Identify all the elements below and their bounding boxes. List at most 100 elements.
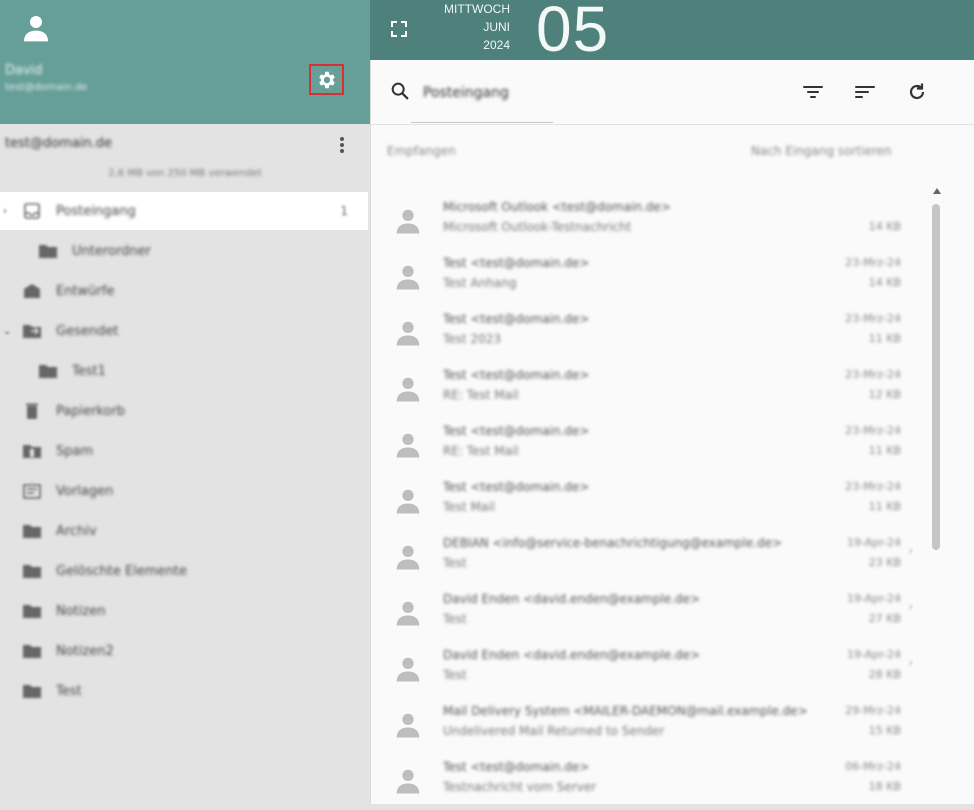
- message-row[interactable]: Test <test@domain.de> Test Anhang 23-Mrz-2…: [383, 250, 923, 306]
- sender-avatar-icon: [396, 265, 420, 290]
- folder-label: Archiv: [56, 523, 97, 539]
- folder-item-drafts[interactable]: Entwürfe: [0, 272, 368, 310]
- search-input[interactable]: [421, 80, 555, 106]
- message-row[interactable]: David Enden <david.enden@example.de> Test…: [383, 586, 923, 642]
- folder-item-notes2[interactable]: Notizen2: [0, 632, 368, 670]
- message-size: 11 KB: [868, 500, 901, 513]
- folder-item-archive[interactable]: Archiv: [0, 512, 368, 550]
- gear-icon: [318, 71, 335, 88]
- message-size: 11 KB: [868, 444, 901, 457]
- refresh-button[interactable]: [905, 80, 929, 104]
- message-row[interactable]: Test <test@domain.de> RE: Test Mail 23-Mrz…: [383, 418, 923, 474]
- message-subject: Test: [443, 668, 467, 682]
- sender-avatar-icon: [396, 601, 420, 626]
- drafts-icon: [22, 282, 42, 300]
- message-size: 12 KB: [868, 388, 901, 401]
- folder-icon: [22, 682, 42, 700]
- message-date: 19-Apr-24: [846, 592, 901, 605]
- folder-icon: [22, 562, 42, 580]
- folder-item-test1[interactable]: Test1: [0, 352, 368, 390]
- folder-item-test[interactable]: Test: [0, 672, 368, 710]
- message-sender: DEBIAN <info@service-benachrichtigung@ex…: [443, 536, 783, 550]
- folder-item-subfolder[interactable]: Unterordner: [0, 232, 368, 270]
- account-name: David: [5, 63, 43, 78]
- folder-label: Vorlagen: [56, 483, 114, 499]
- account-header: David test@domain.de: [0, 0, 370, 124]
- sort-order-button[interactable]: Nach Eingang sortieren: [751, 144, 891, 158]
- message-row[interactable]: Test <test@domain.de> Test Mail 23-Mrz-24 1…: [383, 474, 923, 530]
- filter-button[interactable]: [801, 80, 825, 104]
- folder-item-sent[interactable]: ⌄ Gesendet: [0, 312, 368, 350]
- folder-caret[interactable]: ⌄: [3, 326, 11, 337]
- search-icon[interactable]: [389, 80, 411, 102]
- folder-label: Test: [56, 683, 82, 699]
- message-date: 23-Mrz-24: [845, 312, 901, 325]
- folder-item-spam[interactable]: Spam: [0, 432, 368, 470]
- message-date: 19-Apr-24: [846, 536, 901, 549]
- account-menu-button[interactable]: [334, 134, 350, 156]
- message-date: 23-Mrz-24: [845, 256, 901, 269]
- folder-label: Papierkorb: [56, 403, 126, 419]
- storage-quota: 2,6 MB von 250 MB verwendet: [108, 168, 262, 179]
- message-sender: Microsoft Outlook <test@domain.de>: [443, 200, 671, 214]
- fullscreen-icon[interactable]: [388, 18, 410, 40]
- message-size: 14 KB: [868, 276, 901, 289]
- folder-item-inbox[interactable]: › Posteingang 1: [0, 192, 368, 230]
- message-subject: Test: [443, 612, 467, 626]
- account-label: test@domain.de: [5, 136, 113, 151]
- sender-avatar-icon: [396, 769, 420, 794]
- folder-icon: [38, 362, 58, 380]
- message-row[interactable]: David Enden <david.enden@example.de> Test…: [383, 642, 923, 698]
- toolbar-divider: [371, 124, 974, 125]
- message-size: 15 KB: [868, 724, 901, 737]
- message-subject: Testnachricht vom Server: [443, 780, 597, 794]
- folder-item-templates[interactable]: Vorlagen: [0, 472, 368, 510]
- sender-avatar-icon: [396, 713, 420, 738]
- folder-label: Entwürfe: [56, 283, 115, 299]
- message-row[interactable]: DEBIAN <info@service-benachrichtigung@ex…: [383, 530, 923, 586]
- date-month: JUNI: [483, 20, 510, 34]
- message-subject: Test Anhang: [443, 276, 517, 290]
- sent-icon: [22, 322, 42, 340]
- user-avatar-icon: [24, 16, 48, 42]
- sidebar: David test@domain.de test@domain.de 2,6 …: [0, 0, 370, 804]
- trash-icon: [22, 402, 42, 420]
- message-row[interactable]: Test <test@domain.de> RE: Test Mail 23-Mrz…: [383, 362, 923, 418]
- message-row[interactable]: Mail Delivery System <MAILER-DAEMON@mail…: [383, 698, 923, 754]
- sender-avatar-icon: [396, 489, 420, 514]
- date-year: 2024: [483, 38, 510, 52]
- folder-item-trash[interactable]: Papierkorb: [0, 392, 368, 430]
- message-expand-icon[interactable]: ›: [909, 600, 913, 613]
- message-size: 18 KB: [868, 780, 901, 793]
- spam-icon: [22, 442, 42, 460]
- folder-icon: [22, 642, 42, 660]
- folder-label: Posteingang: [56, 203, 136, 219]
- folder-label: Notizen2: [56, 643, 114, 659]
- message-subject: RE: Test Mail: [443, 388, 519, 402]
- folder-label: Gelöschte Elemente: [56, 563, 187, 579]
- scrollbar-thumb[interactable]: [932, 204, 940, 550]
- more-vertical-icon: [340, 137, 344, 153]
- sort-icon: [855, 86, 875, 98]
- sort-button[interactable]: [853, 80, 877, 104]
- message-expand-icon[interactable]: ›: [909, 656, 913, 669]
- message-row[interactable]: Test <test@domain.de> Testnachricht vom S…: [383, 754, 923, 810]
- message-expand-icon[interactable]: ›: [909, 544, 913, 557]
- message-row[interactable]: Microsoft Outlook <test@domain.de> Micros…: [383, 194, 923, 250]
- message-sender: Test <test@domain.de>: [443, 480, 590, 494]
- message-sender: David Enden <david.enden@example.de>: [443, 648, 701, 662]
- folder-caret[interactable]: ›: [3, 206, 7, 217]
- folder-item-deleted[interactable]: Gelöschte Elemente: [0, 552, 368, 590]
- message-date: 06-Mrz-24: [845, 760, 901, 773]
- scrollbar[interactable]: [931, 188, 941, 804]
- inbox-icon: [22, 202, 42, 220]
- message-row[interactable]: Test <test@domain.de> Test 2023 23-Mrz-24 1…: [383, 306, 923, 362]
- date-bar: MITTWOCH JUNI 2024 05: [370, 0, 974, 65]
- unread-badge: 1: [340, 204, 348, 218]
- scroll-up-arrow-icon[interactable]: [933, 188, 941, 194]
- settings-button[interactable]: [309, 64, 344, 95]
- message-subject: Test 2023: [443, 332, 501, 346]
- folder-item-notes[interactable]: Notizen: [0, 592, 368, 630]
- filter-icon: [803, 86, 823, 98]
- message-size: 11 KB: [868, 332, 901, 345]
